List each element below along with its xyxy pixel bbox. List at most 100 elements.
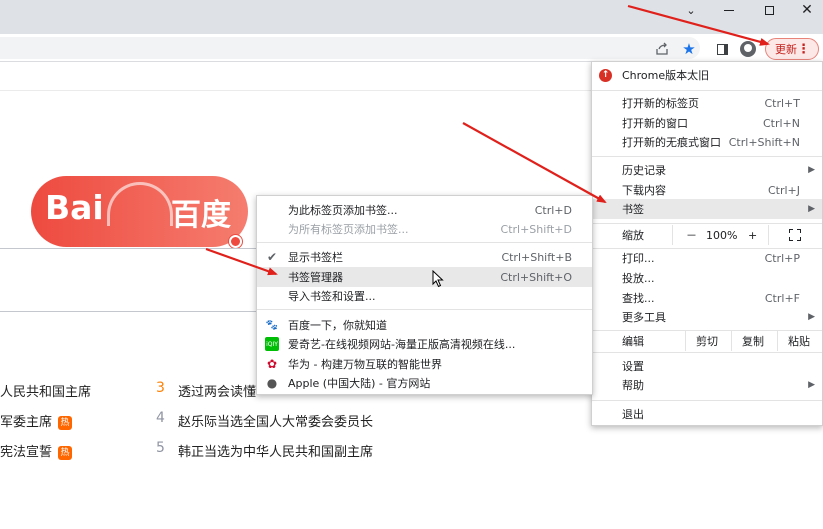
title-bar: ⌄ ✕ <box>0 0 823 34</box>
menu-item-label: 打开新的窗口 <box>622 117 688 130</box>
zoom-out-button[interactable]: － <box>686 227 697 243</box>
menu-item-shortcut: Ctrl+Shift+N <box>728 135 800 149</box>
menu-item-bookmark-this-tab[interactable]: 为此标签页添加书签... Ctrl+D <box>257 200 592 220</box>
update-alert-icon: ↑ <box>599 68 612 82</box>
hot-list-item[interactable]: 人民共和国主席 <box>0 381 91 400</box>
menu-item-find[interactable]: 查找... Ctrl+F <box>592 288 822 308</box>
menu-item-exit[interactable]: 退出 <box>592 404 822 424</box>
menu-item-shortcut: Ctrl+N <box>762 116 800 130</box>
hot-list-text[interactable]: 人民共和国主席 <box>0 385 91 400</box>
close-window-button[interactable]: ✕ <box>788 0 823 20</box>
menu-separator <box>257 309 592 310</box>
menu-item-shortcut: Ctrl+D <box>534 203 572 217</box>
bookmark-title: 华为 - 构建万物互联的智能世界 <box>288 358 442 371</box>
hot-list-text[interactable]: 透过两会读懂 <box>178 385 256 400</box>
menu-item-import-bookmarks[interactable]: 导入书签和设置... <box>257 286 592 306</box>
bookmark-star-icon[interactable]: ★ <box>680 40 698 58</box>
hot-list-item[interactable]: 赵乐际当选全国人大常委会委员长 <box>178 411 373 430</box>
maximize-icon <box>764 5 774 15</box>
hot-list-item[interactable]: 军委主席热 <box>0 411 73 430</box>
more-vert-icon: ⋮ <box>797 42 810 57</box>
copy-button[interactable]: 复制 <box>742 333 764 349</box>
search-box[interactable] <box>0 248 257 312</box>
bookmark-title: 百度一下，你就知道 <box>288 319 387 332</box>
menu-separator <box>592 156 822 157</box>
menu-item-settings[interactable]: 设置 <box>592 356 822 376</box>
menu-item-bookmark-all-tabs: 为所有标签页添加书签... Ctrl+Shift+D <box>257 219 592 239</box>
zoom-in-button[interactable]: + <box>748 229 757 242</box>
menu-item-label: 书签 <box>622 203 644 216</box>
menu-item-edit: 编辑 剪切 复制 粘贴 <box>592 331 822 351</box>
hot-list-text[interactable]: 赵乐际当选全国人大常委会委员长 <box>178 415 373 430</box>
hot-list-rank: 4 <box>156 410 165 426</box>
address-bar[interactable] <box>0 37 700 59</box>
bookmark-item[interactable]: ✿ 华为 - 构建万物互联的智能世界 <box>257 354 592 374</box>
share-icon[interactable] <box>653 40 671 58</box>
menu-separator <box>592 90 822 91</box>
menu-item-bookmark-manager[interactable]: 书签管理器 Ctrl+Shift+O <box>257 267 592 287</box>
menu-item-print[interactable]: 打印... Ctrl+P <box>592 248 822 268</box>
tab-search-button[interactable]: ⌄ <box>672 0 710 20</box>
menu-item-label: 退出 <box>622 408 644 421</box>
menu-item-label: 缩放 <box>622 229 644 242</box>
paste-button[interactable]: 粘贴 <box>788 333 810 349</box>
submenu-arrow-icon: ▶ <box>808 165 815 175</box>
menu-item-label: 为此标签页添加书签... <box>288 204 398 217</box>
hot-list-item[interactable]: 韩正当选为中华人民共和国副主席 <box>178 441 373 460</box>
minimize-button[interactable] <box>710 0 748 20</box>
menu-item-label: 帮助 <box>622 379 644 392</box>
update-menu-button[interactable]: 更新 ⋮ <box>765 38 819 60</box>
cut-button[interactable]: 剪切 <box>696 333 718 349</box>
bookmark-item[interactable]: ● Apple (中国大陆) - 官方网站 <box>257 373 592 393</box>
zoom-level: 100% <box>706 228 738 242</box>
hot-list-rank: 3 <box>156 380 165 396</box>
menu-item-label: 显示书签栏 <box>288 251 343 264</box>
checkmark-icon: ✔ <box>267 250 278 264</box>
menu-item-new-tab[interactable]: 打开新的标签页 Ctrl+T <box>592 93 822 113</box>
submenu-arrow-icon: ▶ <box>808 204 815 214</box>
hot-list-text[interactable]: 宪法宣誓 <box>0 445 52 460</box>
bookmark-item[interactable]: 🐾 百度一下，你就知道 <box>257 315 592 335</box>
baidu-favicon-icon: 🐾 <box>265 319 279 331</box>
menu-item-show-bookmarks-bar[interactable]: ✔ 显示书签栏 Ctrl+Shift+B <box>257 247 592 267</box>
menu-item-label: 打印... <box>622 252 655 265</box>
hot-list-text[interactable]: 军委主席 <box>0 415 52 430</box>
menu-item-downloads[interactable]: 下载内容 Ctrl+J <box>592 180 822 200</box>
bookmark-item[interactable]: iQIY 爱奇艺-在线视频网站-海量正版高清视频在线... <box>257 334 592 354</box>
hot-badge: 热 <box>58 446 73 460</box>
baidu-logo[interactable]: Bai 百度 <box>31 176 248 247</box>
menu-item-help[interactable]: 帮助 ▶ <box>592 375 822 395</box>
bookmarks-submenu: 为此标签页添加书签... Ctrl+D 为所有标签页添加书签... Ctrl+S… <box>256 195 593 395</box>
menu-item-bookmarks[interactable]: 书签 ▶ <box>592 199 822 219</box>
logo-latin-text: Bai <box>45 188 104 227</box>
bookmark-title: 爱奇艺-在线视频网站-海量正版高清视频在线... <box>288 338 516 351</box>
menu-item-shortcut: Ctrl+J <box>767 183 800 197</box>
logo-decoration <box>107 182 173 226</box>
logo-chinese-text: 百度 <box>171 198 231 233</box>
hot-list-text[interactable]: 韩正当选为中华人民共和国副主席 <box>178 445 373 460</box>
apple-favicon-icon: ● <box>266 376 278 390</box>
annotation-arrow-bookmarks <box>462 122 607 203</box>
menu-item-cast[interactable]: 投放... <box>592 268 822 288</box>
side-panel-icon[interactable] <box>713 40 731 58</box>
edit-separator <box>731 331 732 351</box>
fullscreen-icon[interactable] <box>789 229 801 241</box>
menu-item-label: 打开新的标签页 <box>622 97 699 110</box>
profile-icon[interactable] <box>739 40 757 58</box>
menu-item-more-tools[interactable]: 更多工具 ▶ <box>592 307 822 327</box>
hot-list-item[interactable]: 宪法宣誓热 <box>0 441 73 460</box>
maximize-button[interactable] <box>750 0 788 20</box>
menu-item-update-alert[interactable]: ↑ Chrome版本太旧 <box>592 65 822 85</box>
menu-item-label: Chrome版本太旧 <box>622 69 710 82</box>
menu-item-incognito[interactable]: 打开新的无痕式窗口 Ctrl+Shift+N <box>592 132 822 152</box>
menu-item-history[interactable]: 历史记录 ▶ <box>592 160 822 180</box>
menu-separator <box>592 223 822 224</box>
menu-item-shortcut: Ctrl+Shift+O <box>500 270 572 284</box>
zoom-separator <box>768 225 769 245</box>
edit-separator <box>777 331 778 351</box>
menu-item-shortcut: Ctrl+F <box>764 291 800 305</box>
menu-item-new-window[interactable]: 打开新的窗口 Ctrl+N <box>592 113 822 133</box>
submenu-arrow-icon: ▶ <box>808 380 815 390</box>
menu-item-label: 书签管理器 <box>288 271 343 284</box>
hot-list-item[interactable]: 透过两会读懂 <box>178 381 256 400</box>
